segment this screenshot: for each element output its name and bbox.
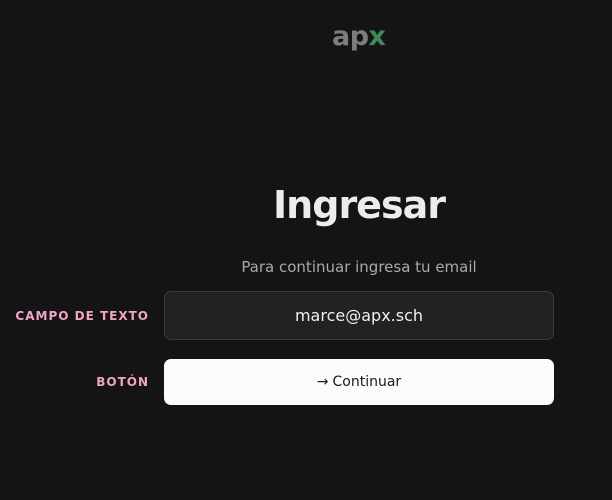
logo-text-ap: ap — [332, 21, 369, 52]
arrow-right-icon: → — [316, 374, 329, 390]
login-page: apx Ingresar Para continuar ingresa tu e… — [0, 0, 612, 500]
page-subtitle: Para continuar ingresa tu email — [241, 258, 477, 276]
email-field[interactable] — [164, 291, 554, 340]
continue-button[interactable]: → Continuar — [164, 359, 554, 405]
text-field-annotation: CAMPO DE TEXTO — [15, 309, 149, 323]
apx-logo: apx — [332, 21, 386, 52]
email-input[interactable] — [165, 292, 553, 339]
button-annotation: BOTÓN — [96, 375, 149, 389]
continue-button-label: Continuar — [332, 374, 402, 390]
logo-text-x: x — [368, 21, 386, 52]
page-title: Ingresar — [273, 183, 446, 227]
